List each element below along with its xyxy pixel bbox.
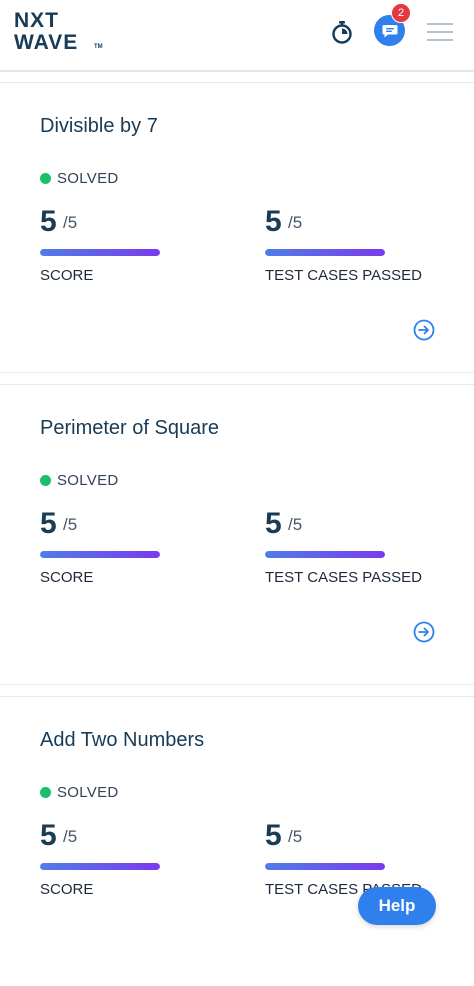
arrow-right-circle-icon[interactable] (413, 319, 435, 341)
score-progress-bar (40, 249, 160, 256)
solved-status-dot (40, 787, 51, 798)
score-label: SCORE (40, 881, 94, 898)
test-cases-metric: 5 /5 TEST CASES PASSED (265, 205, 455, 285)
score-total: /5 (63, 827, 78, 846)
top-header: NXT WAVE TM 2 (0, 0, 474, 72)
score-metric: 5 /5 SCORE (40, 819, 230, 899)
notification-badge: 2 (391, 3, 411, 23)
test-cases-progress-fill (265, 249, 385, 256)
card-divider (0, 684, 474, 696)
score-progress-fill (40, 551, 160, 558)
logo-line2: WAVE (14, 31, 79, 54)
timer-icon[interactable] (328, 18, 356, 46)
test-cases-value: 5 (265, 507, 282, 540)
score-total: /5 (63, 515, 78, 534)
score-progress-fill (40, 249, 160, 256)
logo-tm: TM (94, 44, 103, 50)
hamburger-menu-icon[interactable] (427, 23, 453, 41)
score-progress-fill (40, 863, 160, 870)
test-cases-progress-bar (265, 551, 385, 558)
score-progress-bar (40, 551, 160, 558)
nxtwave-logo[interactable]: NXT WAVE TM (14, 10, 104, 56)
test-cases-label: TEST CASES PASSED (265, 569, 422, 586)
test-cases-progress-fill (265, 863, 385, 870)
score-total: /5 (63, 213, 78, 232)
test-cases-total: /5 (288, 827, 303, 846)
card-divider (0, 372, 474, 384)
test-cases-total: /5 (288, 515, 303, 534)
problem-title[interactable]: Perimeter of Square (40, 417, 219, 440)
arrow-right-circle-icon[interactable] (413, 621, 435, 643)
problem-card: Add Two Numbers SOLVED 5 /5 SCORE 5 /5 T… (0, 696, 474, 986)
score-value: 5 (40, 205, 57, 238)
test-cases-metric: 5 /5 TEST CASES PASSED (265, 507, 455, 587)
test-cases-value: 5 (265, 819, 282, 852)
score-value: 5 (40, 507, 57, 540)
score-progress-bar (40, 863, 160, 870)
score-metric: 5 /5 SCORE (40, 507, 230, 587)
test-cases-value: 5 (265, 205, 282, 238)
problem-title[interactable]: Divisible by 7 (40, 115, 158, 138)
test-cases-progress-fill (265, 551, 385, 558)
status-label: SOLVED (57, 472, 119, 489)
test-cases-label: TEST CASES PASSED (265, 267, 422, 284)
help-button[interactable]: Help (358, 887, 436, 925)
status-label: SOLVED (57, 784, 119, 801)
logo-line1: NXT (14, 9, 59, 32)
chat-icon (382, 24, 397, 37)
status-label: SOLVED (57, 170, 119, 187)
test-cases-metric: 5 /5 TEST CASES PASSED (265, 819, 455, 899)
problem-card: Divisible by 7 SOLVED 5 /5 SCORE 5 /5 TE… (0, 82, 474, 372)
solved-status-dot (40, 475, 51, 486)
solved-status-dot (40, 173, 51, 184)
score-metric: 5 /5 SCORE (40, 205, 230, 285)
test-cases-progress-bar (265, 249, 385, 256)
score-label: SCORE (40, 267, 94, 284)
problem-title[interactable]: Add Two Numbers (40, 729, 204, 752)
test-cases-progress-bar (265, 863, 385, 870)
test-cases-total: /5 (288, 213, 303, 232)
score-value: 5 (40, 819, 57, 852)
problem-card: Perimeter of Square SOLVED 5 /5 SCORE 5 … (0, 384, 474, 674)
score-label: SCORE (40, 569, 94, 586)
